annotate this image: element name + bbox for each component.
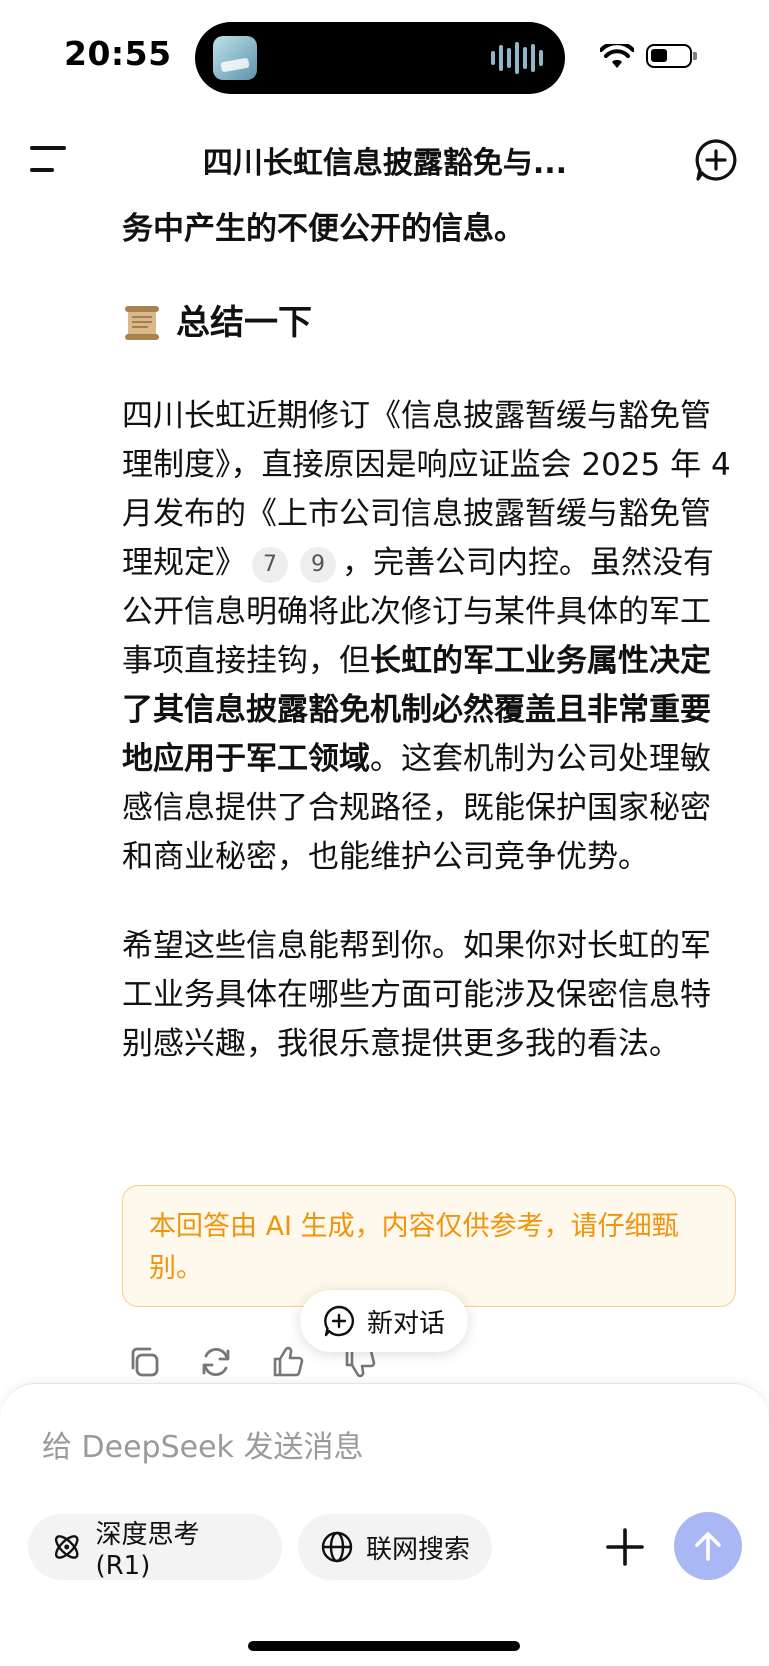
new-chat-label: 新对话 [366, 1308, 445, 1339]
refresh-icon[interactable] [198, 1344, 234, 1380]
ai-disclaimer: 本回答由 AI 生成，内容仅供参考，请仔细甄别。 [122, 1185, 736, 1307]
scroll-icon [125, 306, 159, 340]
dynamic-island[interactable] [195, 22, 565, 94]
intro-line: 务中产生的不便公开的信息。 [122, 211, 525, 247]
now-playing-artwork [213, 36, 257, 80]
deep-think-button[interactable]: 深度思考 (R1) [28, 1514, 282, 1581]
atom-icon [54, 1535, 79, 1559]
citation-badge[interactable]: 9 [300, 546, 336, 583]
web-search-button[interactable]: 联网搜索 [298, 1514, 492, 1580]
battery-icon [646, 44, 697, 68]
status-bar: 20:55 [0, 0, 769, 110]
closing-paragraph: 希望这些信息能帮到你。如果你对长虹的军工业务具体在哪些方面可能涉及保密信息特别感… [122, 928, 711, 1062]
composer-panel: 深度思考 (R1) 联网搜索 [0, 1383, 769, 1666]
deep-think-label: 深度思考 (R1) [95, 1519, 200, 1581]
citation-badge[interactable]: 7 [252, 546, 288, 583]
new-chat-icon [324, 1305, 354, 1337]
section-heading-text: 总结一下 [176, 302, 312, 343]
web-search-label: 联网搜索 [366, 1534, 471, 1565]
globe-icon [321, 1531, 353, 1563]
copy-icon[interactable] [126, 1344, 162, 1380]
menu-icon[interactable] [30, 144, 68, 174]
section-heading: 总结一下 [122, 294, 740, 352]
message-input[interactable] [40, 1422, 604, 1472]
status-time: 20:55 [64, 34, 172, 73]
audio-wave-icon [491, 42, 543, 74]
wifi-icon [600, 44, 634, 68]
new-chat-icon[interactable] [694, 138, 738, 182]
conversation-title: 四川长虹信息披露豁免与... [202, 146, 568, 181]
plus-icon[interactable] [604, 1526, 646, 1568]
home-indicator [248, 1641, 520, 1651]
chat-header: 四川长虹信息披露豁免与... [0, 120, 769, 200]
summary-paragraph: 四川长虹近期修订《信息披露暂缓与豁免管理制度》，直接原因是响应证监会 2025 … [122, 392, 740, 882]
assistant-message: 务中产生的不便公开的信息。 总结一下 四川长虹近期修订《信息披露暂缓与豁免管理制… [122, 205, 740, 1069]
arrow-up-icon [695, 1532, 721, 1561]
new-chat-button[interactable]: 新对话 [300, 1290, 468, 1352]
thumbs-up-icon[interactable] [270, 1344, 306, 1380]
send-button[interactable] [674, 1512, 742, 1580]
